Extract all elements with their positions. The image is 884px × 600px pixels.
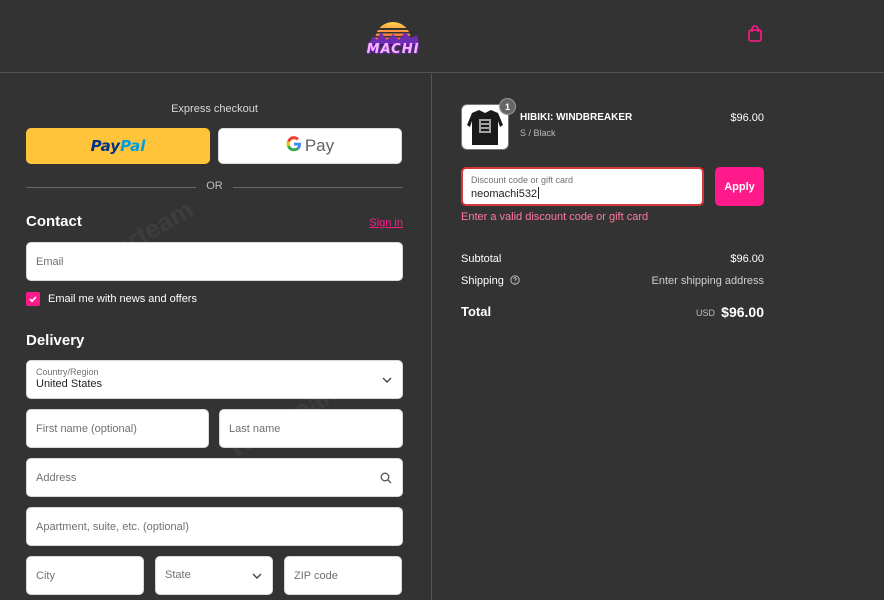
or-divider: OR: [26, 180, 403, 194]
checkmark-icon: [29, 296, 37, 303]
address-field[interactable]: [26, 458, 403, 497]
help-circle-icon[interactable]: [510, 275, 520, 285]
first-name-input[interactable]: [27, 410, 208, 447]
last-name-field[interactable]: [219, 409, 403, 448]
country-label: Country/Region: [36, 367, 99, 377]
quantity-badge: 1: [499, 98, 516, 115]
google-pay-text: Pay: [304, 136, 335, 155]
discount-code-value[interactable]: neomachi532: [471, 187, 540, 200]
paypal-logo-part1: Pay: [90, 137, 121, 155]
total-value: $96.00: [721, 304, 764, 320]
apply-button[interactable]: Apply: [715, 167, 764, 206]
discount-code-field[interactable]: Discount code or gift card neomachi532: [461, 167, 704, 206]
email-field[interactable]: [26, 242, 403, 281]
country-value: United States: [36, 378, 103, 390]
subtotal-value: $96.00: [730, 253, 764, 265]
news-offers-label: Email me with news and offers: [48, 293, 197, 305]
discount-error-message: Enter a valid discount code or gift card: [461, 211, 649, 223]
delivery-title: Delivery: [26, 332, 85, 349]
header: MACHI: [0, 0, 884, 73]
logo-text: MACHI: [366, 42, 420, 57]
paypal-button[interactable]: Pay Pal: [26, 128, 210, 164]
checkout-form: Tenerteam Tenerteam Express checkout Pay…: [0, 74, 431, 600]
chevron-down-icon: [382, 377, 392, 383]
address-input[interactable]: [27, 459, 402, 496]
order-summary: 1 HIBIKI: WINDBREAKER S / Black $96.00 D…: [432, 74, 884, 600]
city-input[interactable]: [27, 557, 143, 594]
total-label: Total: [461, 304, 492, 319]
checkout-page: MACHI Tenerteam Tenerteam Express checko…: [0, 0, 884, 600]
product-price: $96.00: [730, 112, 764, 124]
discount-code-label: Discount code or gift card: [471, 175, 574, 185]
product-name: HIBIKI: WINDBREAKER: [520, 112, 633, 123]
search-icon: [380, 472, 392, 484]
text-cursor: [538, 187, 540, 199]
apartment-field[interactable]: [26, 507, 403, 546]
shipping-value: Enter shipping address: [651, 275, 764, 287]
zip-input[interactable]: [285, 557, 401, 594]
apartment-input[interactable]: [27, 508, 402, 545]
or-text: OR: [206, 180, 223, 192]
zip-field[interactable]: [284, 556, 402, 595]
shipping-row-label: Shipping: [461, 275, 520, 287]
divider-line: [233, 187, 403, 188]
chevron-down-icon: [252, 573, 262, 579]
shopping-bag-icon[interactable]: [746, 24, 764, 44]
discount-code-text: neomachi532: [471, 188, 538, 200]
google-pay-button[interactable]: Pay: [218, 128, 402, 164]
express-checkout-label: Express checkout: [171, 103, 258, 115]
email-input[interactable]: [27, 243, 402, 280]
product-variant: S / Black: [520, 128, 556, 138]
total-currency: USD: [695, 308, 715, 318]
contact-title: Contact: [26, 213, 82, 230]
news-offers-checkbox[interactable]: [26, 292, 40, 306]
sign-in-link[interactable]: Sign in: [369, 217, 403, 229]
state-label: State: [165, 569, 191, 581]
country-select[interactable]: Country/Region United States: [26, 360, 403, 399]
store-logo[interactable]: MACHI: [361, 10, 425, 60]
paypal-logo-part2: Pal: [120, 137, 146, 155]
city-field[interactable]: [26, 556, 144, 595]
shipping-label: Shipping: [461, 275, 504, 287]
first-name-field[interactable]: [26, 409, 209, 448]
state-select[interactable]: State: [155, 556, 273, 595]
subtotal-label: Subtotal: [461, 253, 502, 265]
last-name-input[interactable]: [220, 410, 402, 447]
news-offers-option[interactable]: Email me with news and offers: [26, 291, 197, 307]
google-g-icon: [286, 135, 302, 157]
